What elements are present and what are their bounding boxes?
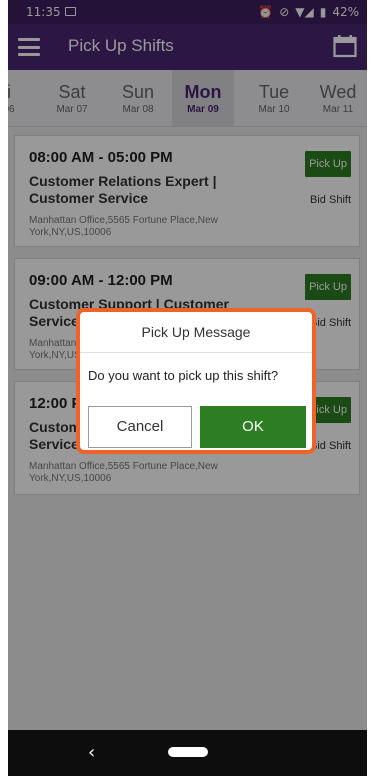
cancel-button[interactable]: Cancel: [88, 406, 192, 448]
back-icon[interactable]: ‹: [88, 742, 95, 763]
pick-up-dialog: Pick Up Message Do you want to pick up t…: [76, 308, 316, 454]
system-nav-bar: ‹: [8, 730, 367, 776]
dialog-divider: [80, 352, 312, 353]
home-pill-icon[interactable]: [168, 747, 208, 757]
dialog-message: Do you want to pick up this shift?: [88, 368, 279, 383]
phone-screen: 11:35 ⏰ ⊘ ▼◢ ▮ 42% Pick Up Shifts ri r 0…: [8, 0, 367, 776]
dialog-title: Pick Up Message: [141, 324, 251, 340]
ok-button[interactable]: OK: [200, 406, 306, 448]
